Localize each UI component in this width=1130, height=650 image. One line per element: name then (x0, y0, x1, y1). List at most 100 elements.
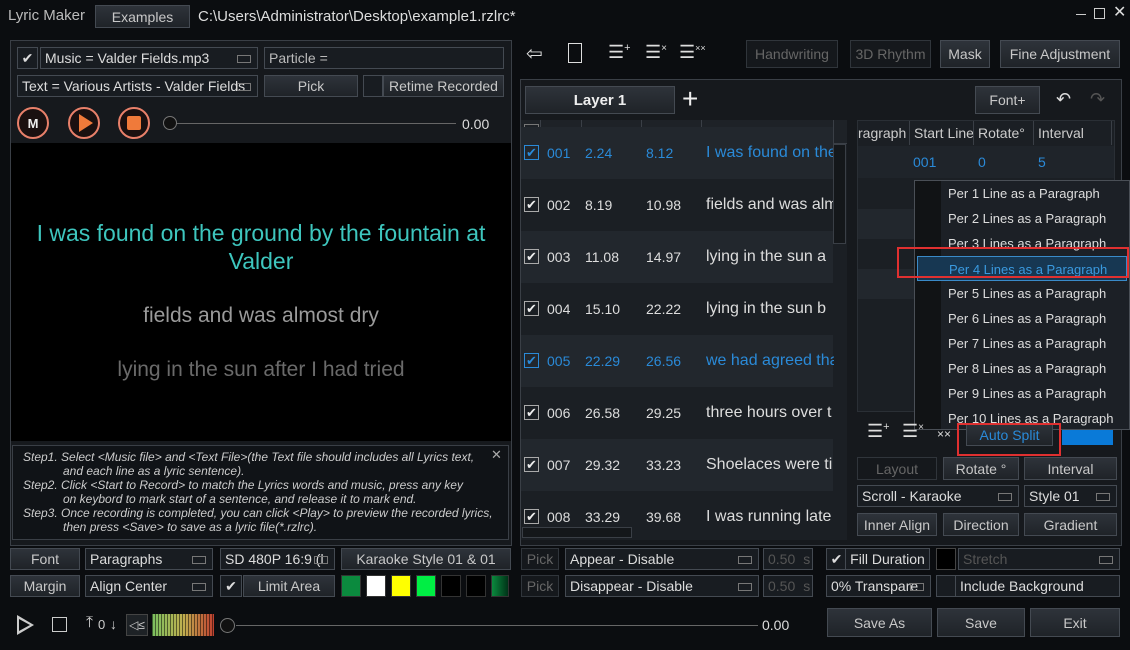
retime-recorded-button[interactable]: Retime Recorded (383, 75, 504, 97)
record-slider-track[interactable] (176, 123, 456, 124)
handwriting-button[interactable]: Handwriting (746, 40, 838, 68)
back-arrow-icon[interactable]: ⇦ (526, 44, 543, 64)
maximize-icon[interactable] (1094, 8, 1105, 19)
table-row[interactable]: ✔ 007 29.32 33.23 Shoelaces were ti (521, 439, 833, 491)
pick-button[interactable]: Pick (264, 75, 358, 97)
include-background-label[interactable]: Include Background (955, 575, 1120, 597)
volume-meter[interactable] (152, 614, 214, 636)
particle-field[interactable]: Particle = (264, 47, 504, 69)
row-checkbox[interactable]: ✔ (524, 301, 539, 316)
header-interval[interactable]: Interval (1034, 121, 1112, 145)
disappear-duration[interactable]: 0.50 s (763, 575, 813, 597)
gradient-button[interactable]: Gradient (1024, 513, 1117, 536)
delete-all-lines-icon[interactable]: ☰×× (679, 43, 706, 61)
row-checkbox[interactable]: ✔ (524, 145, 539, 160)
appear-dropdown[interactable]: Appear - Disable (565, 548, 759, 570)
undo-icon[interactable]: ↶ (1056, 90, 1071, 108)
close-icon[interactable]: ✕ (1113, 5, 1126, 21)
appear-duration[interactable]: 0.50 s (763, 548, 813, 570)
row-checkbox[interactable]: ✔ (524, 457, 539, 472)
exit-button[interactable]: Exit (1030, 608, 1120, 637)
text-file-dropdown[interactable]: Text = Various Artists - Valder Fields (17, 75, 258, 97)
header-more[interactable]: I (1112, 121, 1114, 145)
font-button[interactable]: Font (10, 548, 80, 570)
scroll-mode-dropdown[interactable]: Scroll - Karaoke (857, 485, 1019, 507)
menu-item[interactable]: Per 2 Lines as a Paragraph (948, 206, 1106, 231)
color-swatch-5[interactable] (441, 575, 461, 597)
save-as-button[interactable]: Save As (827, 608, 932, 637)
menu-item[interactable]: Per 1 Line as a Paragraph (948, 181, 1100, 206)
interval-button[interactable]: Interval (1024, 457, 1117, 480)
disappear-pick-button[interactable]: Pick (521, 575, 559, 597)
close-instructions-icon[interactable]: ✕ (491, 448, 502, 461)
limit-area-button[interactable]: Limit Area (243, 575, 335, 597)
row-checkbox[interactable]: ✔ (524, 197, 539, 212)
playback-slider-track[interactable] (236, 625, 758, 626)
horizontal-scrollbar[interactable] (522, 527, 632, 538)
table-row[interactable]: ✔ 004 15.10 22.22 lying in the sun b (521, 283, 833, 335)
playback-slider-handle[interactable] (220, 618, 235, 633)
vertical-scrollbar[interactable] (833, 144, 846, 244)
table-row[interactable]: ✔ 005 22.29 26.56 we had agreed tha (521, 335, 834, 387)
minimize-icon[interactable] (1076, 14, 1086, 15)
fine-adjustment-button[interactable]: Fine Adjustment (1000, 40, 1120, 68)
3d-rhythm-button[interactable]: 3D Rhythm (850, 40, 931, 68)
mask-button[interactable]: Mask (940, 40, 990, 68)
paragraphs-dropdown[interactable]: Paragraphs (85, 548, 213, 570)
table-row[interactable]: ✔ 001 2.24 8.12 I was found on the (521, 127, 834, 179)
color-swatch-1[interactable] (341, 575, 361, 597)
color-swatch-4[interactable] (416, 575, 436, 597)
delete-paragraph-icon[interactable]: ☰× (902, 422, 924, 440)
paragraph-row[interactable]: 001 0 5 (858, 146, 1114, 178)
speaker-icon[interactable]: ◁≤ (126, 614, 148, 636)
margin-button[interactable]: Margin (10, 575, 80, 597)
add-line-icon[interactable]: ☰+ (608, 43, 631, 62)
align-dropdown[interactable]: Align Center (85, 575, 213, 597)
stop-record-button[interactable] (118, 107, 150, 139)
record-slider-handle[interactable] (163, 116, 177, 130)
examples-button[interactable]: Examples (95, 5, 190, 28)
tab-layer-1[interactable]: Layer 1 (525, 86, 675, 114)
row-checkbox[interactable]: ✔ (524, 509, 539, 524)
color-swatch-6[interactable] (466, 575, 486, 597)
fill-duration-checkbox[interactable]: ✔ (826, 548, 846, 570)
transparency-dropdown[interactable]: 0% Transpare (826, 575, 931, 597)
fill-duration-label[interactable]: Fill Duration (845, 548, 930, 570)
include-background-checkbox[interactable] (936, 575, 956, 597)
speed-up-icon[interactable]: ⤒ (86, 614, 93, 632)
save-button[interactable]: Save (937, 608, 1025, 637)
add-layer-icon[interactable]: + (682, 85, 698, 113)
table-row[interactable]: ✔ 002 8.19 10.98 fields and was alm (521, 179, 834, 231)
appear-pick-button[interactable]: Pick (521, 548, 559, 570)
rotate-button[interactable]: Rotate ° (943, 457, 1019, 480)
color-swatch-3[interactable] (391, 575, 411, 597)
disappear-dropdown[interactable]: Disappear - Disable (565, 575, 759, 597)
redo-icon[interactable]: ↷ (1090, 90, 1105, 108)
delete-line-icon[interactable]: ☰× (645, 43, 667, 61)
row-checkbox[interactable]: ✔ (524, 405, 539, 420)
music-checkbox[interactable]: ✔ (17, 47, 38, 69)
menu-item[interactable]: Per 9 Lines as a Paragraph (948, 381, 1106, 406)
music-m-button[interactable]: M (17, 107, 49, 139)
stretch-dropdown[interactable]: Stretch (958, 548, 1120, 570)
door-icon[interactable] (568, 43, 582, 63)
delete-all-paragraphs-icon[interactable]: ×× (937, 428, 951, 440)
color-swatch-black[interactable] (936, 548, 956, 570)
menu-item[interactable]: Per 8 Lines as a Paragraph (948, 356, 1106, 381)
play-record-button[interactable] (68, 107, 100, 139)
speed-down-icon[interactable]: ↓ (110, 616, 117, 632)
resolution-dropdown[interactable]: SD 480P 16:9 (l (220, 548, 335, 570)
table-row[interactable]: ✔ 003 11.08 14.97 lying in the sun a (521, 231, 833, 283)
stop-icon[interactable] (52, 617, 67, 632)
music-file-dropdown[interactable]: Music = Valder Fields.mp3 (40, 47, 258, 69)
direction-button[interactable]: Direction (943, 513, 1019, 536)
limit-area-checkbox[interactable]: ✔ (220, 575, 242, 597)
menu-item[interactable]: Per 6 Lines as a Paragraph (948, 306, 1106, 331)
retime-checkbox[interactable] (363, 75, 383, 97)
table-row[interactable]: ✔ 006 26.58 29.25 three hours over t (521, 387, 833, 439)
row-checkbox[interactable]: ✔ (524, 353, 539, 368)
menu-item[interactable]: Per 7 Lines as a Paragraph (948, 331, 1106, 356)
font-plus-button[interactable]: Font+ (975, 86, 1040, 114)
style-dropdown[interactable]: Style 01 (1024, 485, 1117, 507)
layout-button[interactable]: Layout (857, 457, 937, 480)
